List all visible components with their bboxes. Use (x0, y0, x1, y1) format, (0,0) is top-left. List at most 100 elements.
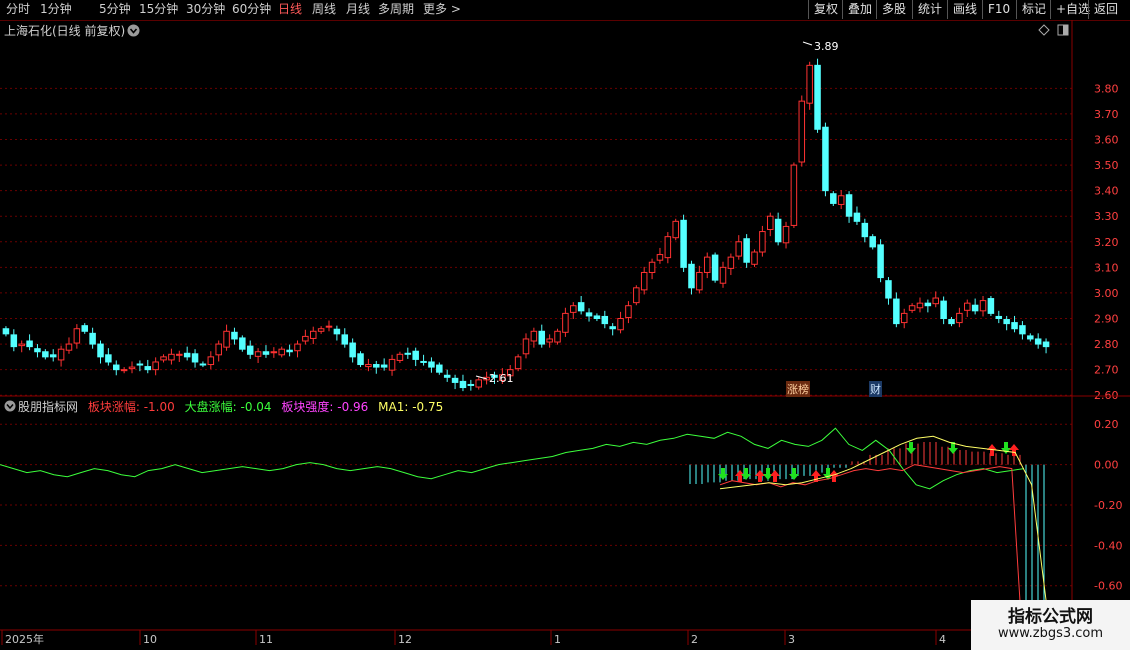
candle-body (286, 349, 293, 353)
candle-body (672, 220, 679, 239)
event-badge-zhangbang[interactable]: 涨榜 (786, 381, 810, 397)
candle-body (341, 334, 349, 345)
indicator-dropdown-icon[interactable] (4, 400, 16, 412)
candle-body (940, 300, 947, 319)
candle-body (388, 358, 396, 371)
chart-canvas[interactable]: 2.602.702.802.903.003.103.203.303.403.50… (0, 0, 1130, 650)
candle-body (971, 304, 979, 312)
candle-body (522, 338, 530, 355)
candle-body (562, 312, 569, 333)
candle-body (885, 280, 892, 299)
low-price-label: 2.61 (489, 372, 514, 385)
candle-body (932, 297, 940, 305)
price-tick-label: 3.80 (1094, 82, 1119, 95)
candle-body (546, 338, 553, 343)
indicator-tick-label: 0.00 (1094, 459, 1119, 472)
down-arrow-icon (906, 442, 916, 454)
candle-body (711, 254, 719, 281)
candle-body (1011, 322, 1018, 330)
candle-body (412, 350, 419, 360)
candle-body (459, 380, 467, 389)
event-badge-cai[interactable]: 财 (869, 381, 882, 397)
candle-body (1034, 338, 1042, 345)
candle-body (404, 352, 412, 355)
time-label: 4 (939, 633, 946, 646)
candle-body (2, 328, 10, 335)
candle-body (625, 305, 632, 318)
time-label: 2025年 (5, 632, 44, 646)
candle-body (703, 256, 711, 273)
candle-body (1003, 319, 1010, 325)
candle-body (160, 356, 167, 361)
candle-body (908, 305, 916, 311)
candle-body (1019, 325, 1026, 335)
candle-body (735, 241, 743, 257)
price-tick-label: 2.70 (1094, 364, 1119, 377)
candle-body (467, 383, 475, 386)
candle-body (893, 298, 900, 325)
candle-body (680, 219, 687, 268)
indicator-tick-label: 0.20 (1094, 418, 1119, 431)
candle-body (475, 379, 482, 388)
indicator-tick-label: -0.40 (1094, 539, 1122, 552)
candle-body (774, 218, 782, 243)
candle-body (373, 364, 380, 368)
price-tick-label: 3.10 (1094, 261, 1119, 274)
price-tick-label: 3.30 (1094, 210, 1119, 223)
price-tick-label: 2.90 (1094, 313, 1119, 326)
indicator-name: 股朋指标网 (18, 400, 79, 414)
candle-body (428, 361, 435, 368)
indicator-axis: 0.20 0.00 -0.20 -0.40 -0.60 (1094, 418, 1122, 593)
candle-body (168, 353, 175, 361)
candle-body (743, 238, 750, 263)
candle-body (530, 330, 538, 342)
main-grid (0, 87, 1072, 396)
candle-body (105, 354, 112, 363)
candle-body (97, 343, 104, 358)
candle-body (664, 236, 672, 259)
candle-body (89, 332, 96, 345)
candle-body (633, 287, 640, 304)
candle-body (333, 328, 341, 335)
candle-body (877, 244, 884, 279)
time-label: 12 (398, 633, 412, 646)
candle-body (136, 363, 144, 366)
legend-ma1: MA1: -0.75 (378, 400, 444, 414)
candle-body (688, 263, 695, 289)
candle-body (995, 315, 1003, 319)
candle-body (325, 325, 333, 328)
candle-body (719, 266, 727, 284)
candle-body (814, 64, 821, 130)
candle-body (617, 318, 624, 331)
candle-body (152, 361, 159, 371)
candle-body (65, 343, 73, 351)
price-tick-label: 3.60 (1094, 134, 1119, 147)
candle-body (924, 302, 932, 307)
candle-body (609, 326, 616, 330)
legend-sector-strength: 板块强度: -0.96 (281, 400, 369, 414)
candle-body (215, 343, 222, 356)
candle-body (120, 369, 128, 372)
price-tick-label: 3.70 (1094, 108, 1119, 121)
price-tick-label: 3.40 (1094, 185, 1119, 198)
candle-body (577, 302, 585, 312)
legend-sector-change: 板块涨幅: -1.00 (87, 400, 175, 414)
candle-body (601, 315, 609, 325)
candle-body (451, 377, 459, 383)
candle-body (948, 319, 955, 325)
indicator-tick-label: -0.60 (1094, 580, 1122, 593)
down-arrow-icon (763, 468, 773, 480)
candle-body (979, 300, 987, 312)
candle-body (317, 328, 325, 332)
candle-body (585, 312, 593, 317)
candle-body (239, 337, 246, 350)
price-axis: 2.602.702.802.903.003.103.203.303.403.50… (1094, 82, 1119, 402)
candle-body (767, 215, 774, 231)
time-label: 3 (788, 633, 795, 646)
time-label: 2 (691, 633, 698, 646)
candles (2, 58, 1050, 392)
candle-body (231, 331, 238, 340)
candle-body (262, 351, 270, 355)
price-tick-label: 3.00 (1094, 287, 1119, 300)
indicator-lines (0, 427, 1049, 650)
